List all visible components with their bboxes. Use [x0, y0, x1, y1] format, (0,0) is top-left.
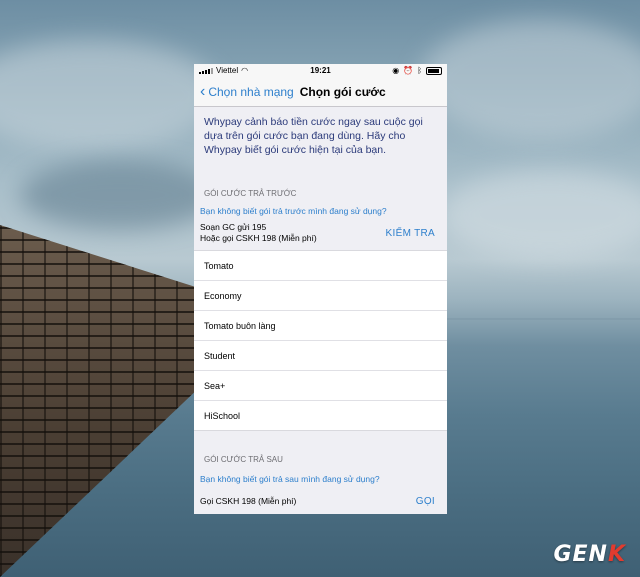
bluetooth-icon: ᛒ — [417, 66, 422, 75]
postpaid-help-link[interactable]: Bạn không biết gói trả sau mình đang sử … — [194, 470, 447, 488]
battery-icon — [426, 66, 442, 75]
genk-logo: GENK — [553, 542, 626, 567]
plan-item-sea-plus[interactable]: Sea+ — [194, 371, 447, 401]
plan-item-student[interactable]: Student — [194, 341, 447, 371]
postpaid-section-header: GÓI CƯỚC TRẢ SAU — [204, 455, 283, 464]
carrier-name: Viettel — [216, 66, 239, 75]
intro-text: Whypay cảnh báo tiền cước ngay sau cuộc … — [204, 116, 423, 156]
check-button[interactable]: KIỂM TRA — [386, 228, 435, 239]
call-instruction: Gọi CSKH 198 (Miễn phí) — [200, 496, 297, 506]
status-bar: Viettel ◠ 19:21 ◉ ⏰ ᛒ — [194, 64, 447, 77]
logo-text-main: GEN — [553, 542, 608, 567]
logo-text-accent: K — [607, 542, 626, 567]
signal-icon — [199, 67, 213, 74]
check-instruction-call: Hoặc gọi CSKH 198 (Miễn phí) — [200, 233, 317, 243]
check-instruction-sms: Soạn GC gửi 195 — [200, 222, 267, 232]
phone-screen: Viettel ◠ 19:21 ◉ ⏰ ᛒ ‹ Chọn nhà mạng Ch… — [194, 64, 447, 514]
back-button[interactable]: ‹ Chọn nhà mạng — [200, 82, 294, 100]
navigation-bar: ‹ Chọn nhà mạng Chọn gói cước — [194, 77, 447, 107]
back-button-label: Chọn nhà mạng — [208, 84, 294, 99]
alarm-icon: ⏰ — [403, 66, 414, 75]
call-button[interactable]: GỌI — [416, 496, 435, 507]
prepaid-section-header: GÓI CƯỚC TRẢ TRƯỚC — [204, 189, 297, 198]
chevron-left-icon: ‹ — [200, 82, 206, 100]
prepaid-plan-list: Tomato Economy Tomato buôn làng Student … — [194, 250, 447, 431]
plan-item-tomato-buon-lang[interactable]: Tomato buôn làng — [194, 311, 447, 341]
prepaid-check-row: Soạn GC gửi 195 Hoặc gọi CSKH 198 (Miễn … — [194, 220, 447, 250]
postpaid-call-row: Gọi CSKH 198 (Miễn phí) GỌI — [194, 488, 447, 513]
wifi-icon: ◠ — [241, 66, 249, 75]
location-icon: ◉ — [392, 66, 400, 75]
plan-item-tomato[interactable]: Tomato — [194, 251, 447, 281]
prepaid-help-link[interactable]: Bạn không biết gói trả trước mình đang s… — [194, 204, 447, 220]
plan-item-economy[interactable]: Economy — [194, 281, 447, 311]
page-title: Chọn gói cước — [299, 84, 386, 99]
plan-item-hischool[interactable]: HiSchool — [194, 401, 447, 430]
